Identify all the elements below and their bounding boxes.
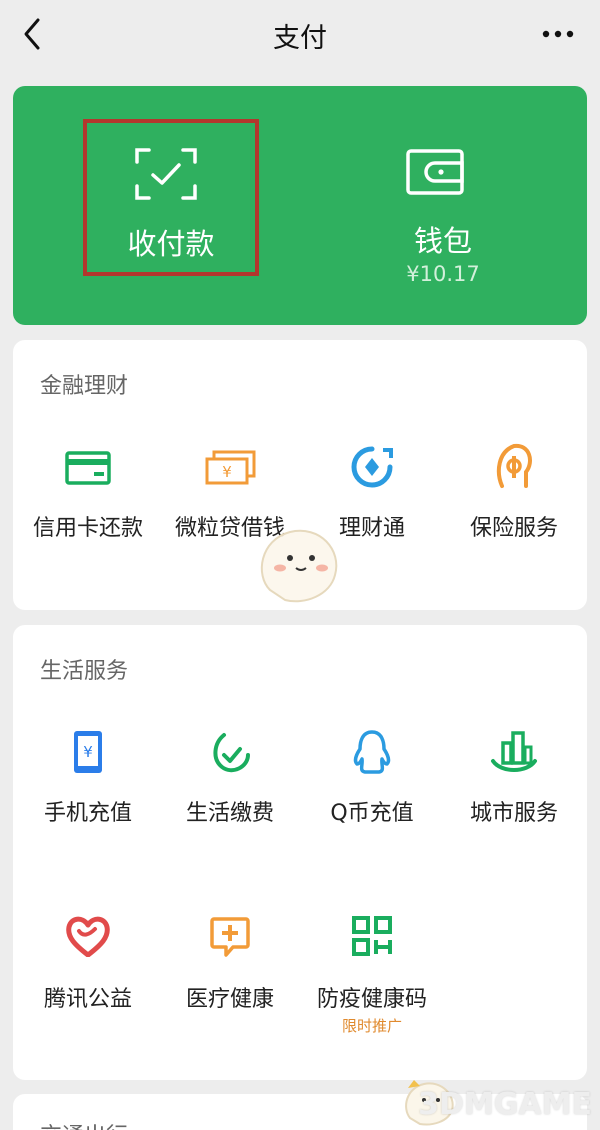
svg-text:¥: ¥ <box>222 463 232 481</box>
insurance-item[interactable]: 保险服务 <box>439 442 589 562</box>
credit-card-icon <box>65 451 111 485</box>
medical-health-item[interactable]: 医疗健康 <box>155 915 305 1035</box>
nav-header: 支付 <box>0 0 600 72</box>
wallet-card: 收付款 钱包 ¥10.17 <box>13 86 587 325</box>
life-section: 生活服务 ¥ 手机充值 生活缴费 Q币充值 城市服务 腾讯公益 医疗健康 防疫健… <box>13 625 587 1080</box>
wallet-icon <box>406 149 464 195</box>
item-label: 城市服务 <box>469 801 558 826</box>
svg-text:¥: ¥ <box>83 743 93 761</box>
phone-topup-icon: ¥ <box>74 731 102 773</box>
mascot-watermark-icon <box>260 529 338 603</box>
loan-bills-icon: ¥ <box>205 450 256 485</box>
credit-card-repay-item[interactable]: 信用卡还款 <box>13 450 163 570</box>
wealth-icon <box>351 446 393 488</box>
transport-section-title: 交通出行 <box>40 1118 128 1130</box>
more-button[interactable] <box>538 22 578 46</box>
wallet-label: 钱包 <box>413 224 472 258</box>
health-code-icon <box>352 916 392 956</box>
phone-topup-item[interactable]: ¥ 手机充值 <box>13 729 163 849</box>
item-label: 保险服务 <box>469 516 558 541</box>
utility-pay-item[interactable]: 生活缴费 <box>155 729 305 849</box>
wallet-balance: ¥10.17 <box>406 262 480 286</box>
utility-icon <box>213 733 250 773</box>
qq-penguin-icon <box>353 730 391 774</box>
charity-heart-icon <box>66 916 110 957</box>
wallet-button[interactable]: 钱包 ¥10.17 <box>343 126 543 296</box>
tencent-charity-item[interactable]: 腾讯公益 <box>13 915 163 1035</box>
watermark-text: 3DMGAME <box>418 1087 592 1122</box>
finance-section-title: 金融理财 <box>40 374 129 399</box>
page-title: 支付 <box>273 23 327 54</box>
item-label: 防疫健康码 <box>316 987 427 1012</box>
promo-tag: 限时推广 <box>341 1017 402 1035</box>
health-code-item[interactable]: 防疫健康码 限时推广 <box>297 915 447 1055</box>
receive-pay-button[interactable]: 收付款 <box>83 119 259 276</box>
scan-check-icon <box>135 148 197 200</box>
city-icon <box>491 731 537 772</box>
insurance-icon <box>496 443 532 488</box>
city-service-item[interactable]: 城市服务 <box>439 729 589 849</box>
medical-icon <box>210 917 250 957</box>
life-section-title: 生活服务 <box>40 659 129 684</box>
more-dots-icon <box>542 30 574 38</box>
receive-pay-label: 收付款 <box>127 227 215 261</box>
qcoin-topup-item[interactable]: Q币充值 <box>297 729 447 849</box>
